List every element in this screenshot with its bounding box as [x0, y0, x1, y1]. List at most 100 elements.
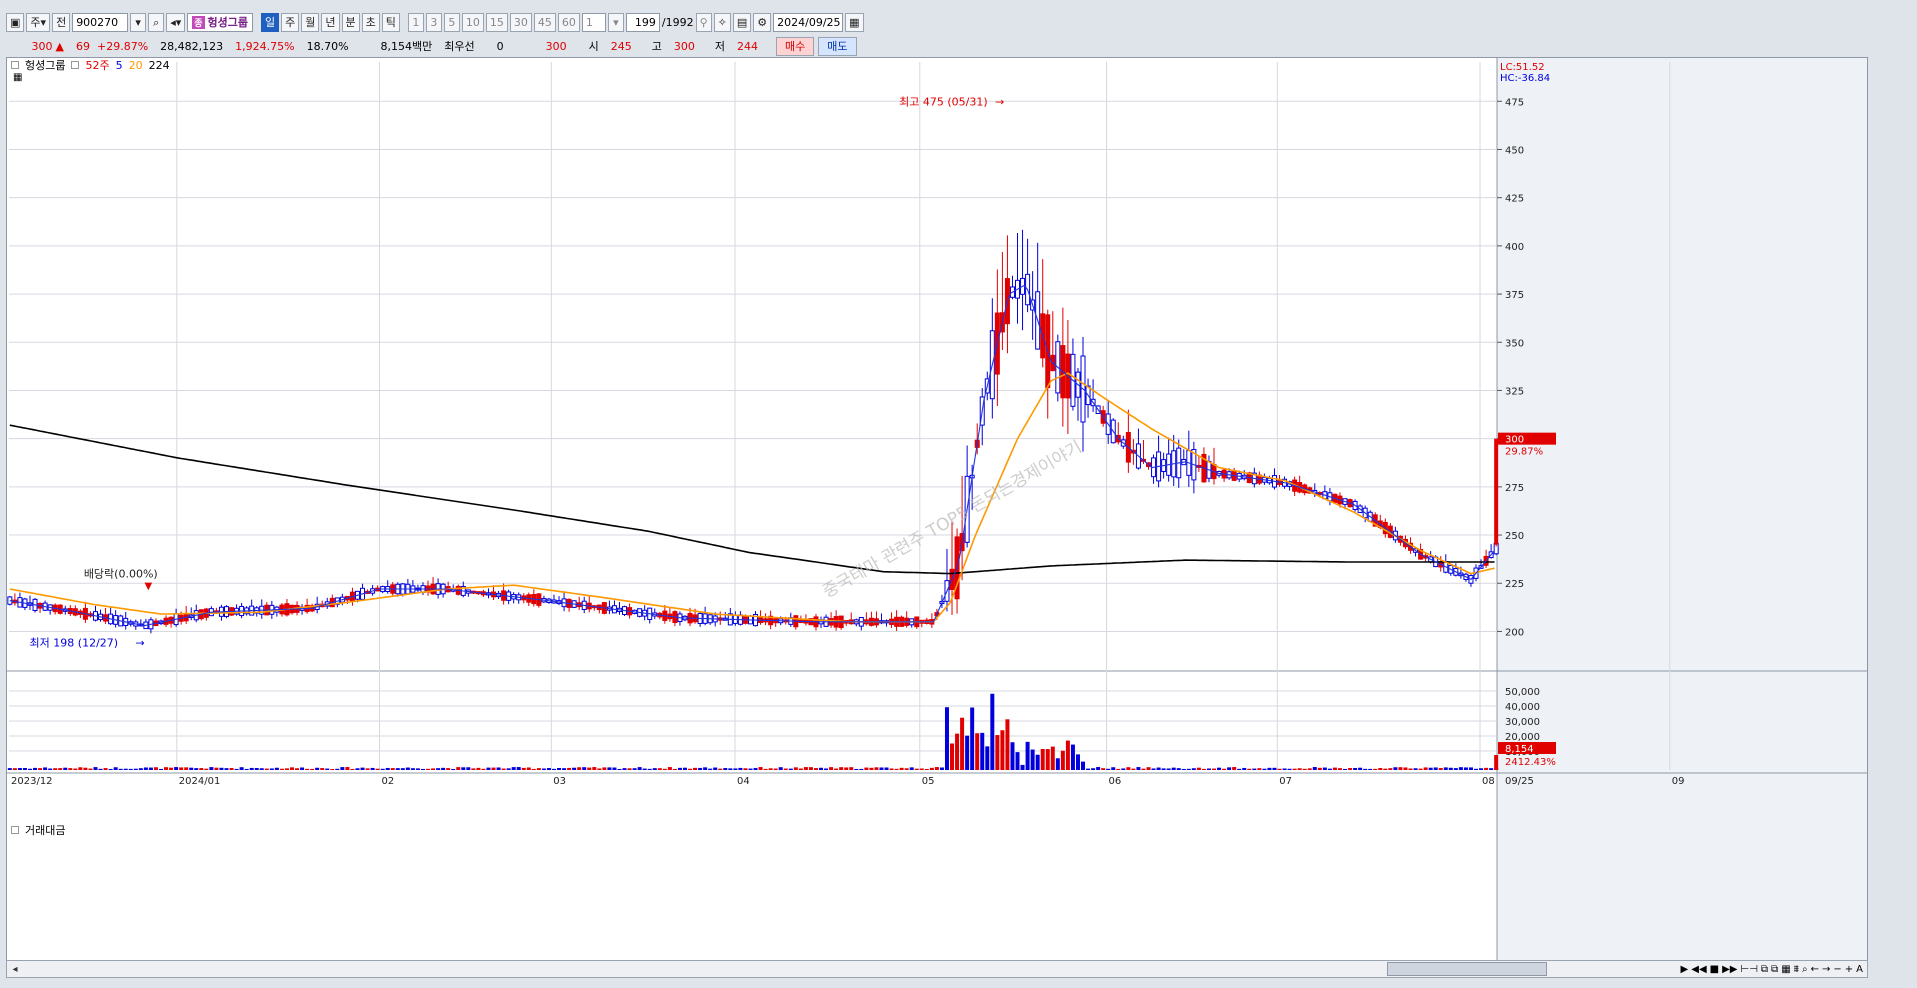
- rewind-icon[interactable]: ◀◀: [1691, 964, 1706, 975]
- chart-panel[interactable]: 200 225 250 275 300 325 350 375 400 425 450 475 50,…: [6, 57, 1868, 965]
- save-icon[interactable]: ▤: [732, 12, 752, 32]
- interval-30[interactable]: 30: [509, 12, 532, 32]
- interval-3[interactable]: 3: [425, 12, 442, 32]
- volume-bar: [612, 767, 617, 770]
- grid-toggle-icon[interactable]: ▦: [13, 72, 22, 83]
- volume-bar: [1161, 768, 1166, 770]
- volume-bar: [1393, 767, 1398, 770]
- volume-bar: [808, 767, 813, 770]
- period-day[interactable]: 일: [261, 12, 280, 32]
- volume-bar: [1232, 767, 1237, 770]
- volume-bar: [169, 767, 174, 770]
- scroll-thumb[interactable]: [1387, 962, 1547, 976]
- volume-bar: [1055, 758, 1060, 770]
- grid-icon[interactable]: ▦: [1781, 964, 1790, 975]
- volume-bar: [1070, 744, 1075, 770]
- volume-bar: [1428, 767, 1433, 770]
- interval-60[interactable]: 60: [557, 12, 580, 32]
- arrow-right-icon[interactable]: →: [1822, 964, 1830, 975]
- price-chart[interactable]: 200 225 250 275 300 325 350 375 400 425 450 475 50,…: [7, 58, 1867, 964]
- interval-15[interactable]: 15: [485, 12, 508, 32]
- copy-icon[interactable]: ⧉: [1771, 964, 1778, 975]
- position-input[interactable]: 199: [625, 12, 660, 32]
- volume-bar: [1337, 768, 1342, 770]
- font-icon[interactable]: A: [1856, 964, 1863, 975]
- volume-bar: [451, 768, 456, 770]
- low-value: 244: [737, 39, 759, 53]
- sell-button[interactable]: 매도: [818, 36, 857, 56]
- crosshair-icon[interactable]: ✧: [713, 12, 731, 32]
- volume-bar: [63, 767, 68, 770]
- volume-bar: [410, 768, 415, 770]
- best-value: 0: [496, 39, 504, 53]
- count-input[interactable]: 1: [581, 12, 606, 32]
- gear-icon[interactable]: ⚙: [753, 12, 772, 32]
- volume-bar: [501, 768, 506, 770]
- legend-ma20: 20: [128, 58, 143, 72]
- search-icon[interactable]: ⌕: [148, 12, 165, 32]
- zoom-out-icon[interactable]: −: [1833, 964, 1841, 975]
- volume-bar: [1101, 768, 1106, 770]
- volume-tick-label: 50,000: [1505, 687, 1540, 698]
- volume-tick-label: 20,000: [1505, 732, 1540, 743]
- arrow-left-icon[interactable]: ←: [1811, 964, 1819, 975]
- volume-bar: [602, 767, 607, 770]
- volume-bar: [1131, 768, 1136, 770]
- period-tick[interactable]: 틱: [381, 12, 400, 32]
- count-chevron-icon[interactable]: ▾: [607, 12, 624, 32]
- scroll-left-icon[interactable]: ◂: [7, 961, 23, 977]
- interval-5[interactable]: 5: [443, 12, 460, 32]
- speaker-icon[interactable]: ◂▾: [166, 12, 186, 32]
- volume-bar: [824, 768, 829, 770]
- volume-bar: [813, 768, 818, 770]
- period-month[interactable]: 월: [301, 12, 320, 32]
- prev-button[interactable]: 전: [52, 12, 71, 32]
- last-pct-label: 29.87%: [1505, 447, 1543, 458]
- arrow-right-icon: →: [136, 636, 145, 649]
- chart-scrollbar[interactable]: ◂ ▶ ◀◀ ■ ▶▶ ⊢⊣ ⧉ ⧉ ▦ ⩩ ⌕ ← → − + A: [6, 960, 1868, 978]
- legend-box-icon[interactable]: [11, 826, 19, 834]
- zoom-bar-icon[interactable]: ⊢⊣: [1740, 964, 1757, 975]
- fast-forward-icon[interactable]: ▶▶: [1722, 964, 1737, 975]
- period-minute[interactable]: 분: [341, 12, 360, 32]
- layout-icon[interactable]: ▣: [6, 12, 25, 32]
- ma5-line: [9, 284, 1495, 627]
- search-small-icon[interactable]: ⌕: [1802, 964, 1808, 975]
- layout-small-icon[interactable]: ⧉: [1761, 964, 1768, 975]
- chart-icon[interactable]: ⩩: [1794, 964, 1799, 975]
- date-tick-label: 07: [1279, 776, 1292, 787]
- volume-bar: [1398, 767, 1403, 770]
- volume-bar: [441, 767, 446, 770]
- code-input[interactable]: 900270: [72, 12, 129, 32]
- legend-box-icon[interactable]: [11, 61, 19, 69]
- volume-bar: [350, 768, 355, 770]
- interval-10[interactable]: 10: [461, 12, 484, 32]
- legend-box-icon[interactable]: [71, 61, 80, 69]
- stock-name[interactable]: 종 헝셩그룹: [187, 12, 253, 32]
- volume-bar: [400, 768, 405, 770]
- period-week[interactable]: 주: [281, 12, 300, 32]
- volume-bar: [1494, 755, 1499, 770]
- open-label: 시: [588, 40, 599, 53]
- interval-1[interactable]: 1: [407, 12, 424, 32]
- volume-bar: [1030, 749, 1035, 770]
- link-icon[interactable]: ⚲: [695, 12, 712, 32]
- period-year[interactable]: 년: [321, 12, 340, 32]
- date-input[interactable]: 2024/09/25: [773, 12, 844, 32]
- volume-bar: [1373, 768, 1378, 770]
- interval-45[interactable]: 45: [533, 12, 556, 32]
- high-label: 고: [651, 40, 662, 53]
- volume-bar: [295, 768, 300, 770]
- calendar-icon[interactable]: ▦: [845, 12, 864, 32]
- play-icon[interactable]: ▶: [1681, 964, 1689, 975]
- zoom-in-icon[interactable]: +: [1845, 964, 1853, 975]
- period-second[interactable]: 초: [361, 12, 380, 32]
- volume-bar: [249, 767, 254, 770]
- chevron-down-icon[interactable]: ▾: [130, 12, 147, 32]
- stop-icon[interactable]: ■: [1710, 964, 1719, 975]
- buy-button[interactable]: 매수: [776, 36, 815, 56]
- volume-bar: [1126, 767, 1131, 770]
- volume-bar: [572, 767, 577, 770]
- market-select[interactable]: 주 ▾: [26, 12, 51, 32]
- volume-bar: [1060, 750, 1065, 770]
